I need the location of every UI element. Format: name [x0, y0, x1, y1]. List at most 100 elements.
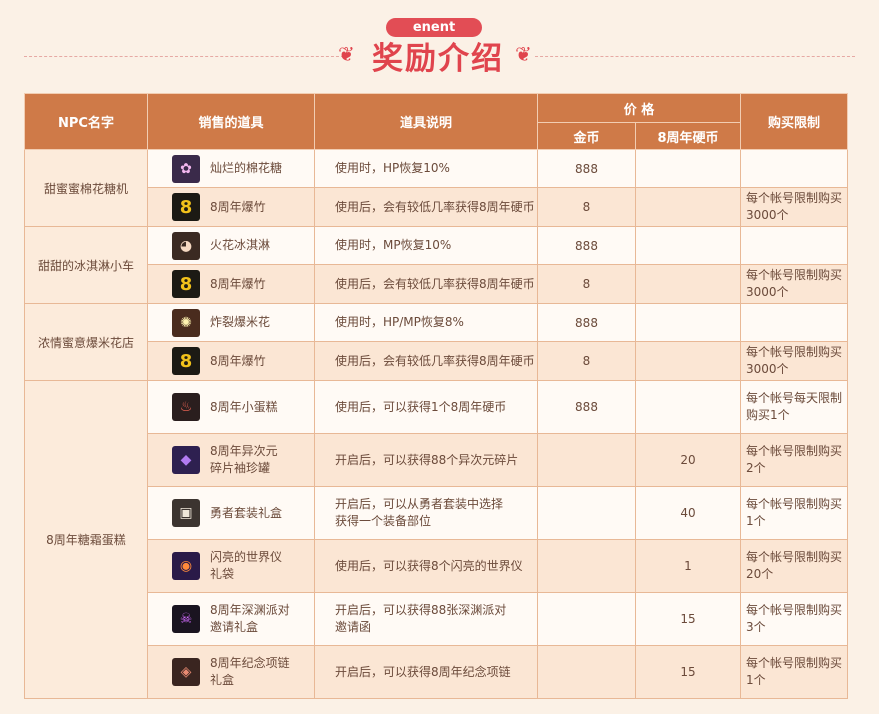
table-row: ☠ 8周年深渊派对 邀请礼盒 开启后，可以获得88张深渊派对 邀请函 15 每个帐号限制购买…	[25, 592, 848, 646]
purchase-limit-line: 20个	[746, 567, 774, 581]
item-cell: 8 8周年爆竹	[147, 264, 315, 304]
item-wrap: ☠ 8周年深渊派对 邀请礼盒	[172, 602, 314, 636]
col-header-limit: 购买限制	[740, 93, 848, 150]
purchase-limit	[740, 149, 848, 188]
purchase-limit-line: 2个	[746, 461, 766, 475]
table-row: 浓情蜜意爆米花店 ✺ 炸裂爆米花 使用时，HP/MP恢复8% 888	[24, 303, 848, 381]
coin-price	[635, 187, 741, 227]
section-header: enent ❦ 奖励介绍 ❦	[0, 0, 879, 88]
item-name: 8周年爆竹	[210, 276, 266, 293]
purchase-limit-line: 每个帐号限制购买	[746, 444, 843, 458]
item-cell: ♨ 8周年小蛋糕	[147, 380, 315, 434]
item-name-line: 礼盒	[210, 673, 235, 687]
purchase-limit	[740, 303, 848, 342]
item-description-line: 使用后，会有较低几率获得8周年硬币	[335, 353, 535, 368]
party-invite-icon: ☠	[172, 605, 200, 633]
item-description: 使用后，会有较低几率获得8周年硬币	[314, 187, 538, 227]
coin-price	[635, 380, 741, 434]
item-name: 8周年爆竹	[210, 353, 266, 370]
coin-price: 1	[635, 539, 741, 593]
item-description: 开启后，可以获得88张深渊派对 邀请函	[314, 592, 538, 646]
necklace-box-icon: ◈	[172, 658, 200, 686]
item-name: 8周年深渊派对 邀请礼盒	[210, 602, 290, 636]
item-description-line: 使用后，会有较低几率获得8周年硬币	[335, 199, 535, 214]
col-header-desc: 道具说明	[314, 93, 538, 150]
purchase-limit-line: 3个	[746, 620, 766, 634]
gold-price: 8	[537, 341, 636, 381]
gold-price	[537, 539, 636, 593]
item-description: 使用时，MP恢复10%	[314, 226, 538, 265]
gold-price: 888	[537, 226, 636, 265]
item-name: 火花冰淇淋	[210, 237, 270, 254]
gold-price: 888	[537, 380, 636, 434]
table-row: 甜甜的冰淇淋小车 ◕ 火花冰淇淋 使用时，MP恢复10% 888	[24, 226, 848, 304]
item-wrap: ◉ 闪亮的世界仪 礼袋	[172, 549, 314, 583]
purchase-limit: 每个帐号限制购买 1个	[740, 645, 848, 699]
item-name: 炸裂爆米花	[210, 314, 270, 331]
purchase-limit: 每个帐号限制购买 3000个	[740, 264, 848, 304]
item-cell: ◉ 闪亮的世界仪 礼袋	[147, 539, 315, 593]
purchase-limit-line: 每个帐号限制购买	[746, 191, 843, 205]
gold-price: 888	[537, 149, 636, 188]
item-wrap: ✿ 灿烂的棉花糖	[172, 154, 314, 183]
item-cell: ◈ 8周年纪念项链 礼盒	[147, 645, 315, 699]
npc-name-cell: 甜蜜蜜棉花糖机	[24, 149, 148, 227]
col-header-gold: 金币	[537, 122, 636, 150]
item-name-line: 炸裂爆米花	[210, 315, 271, 329]
item-wrap: ✺ 炸裂爆米花	[172, 308, 314, 337]
item-description: 使用后，可以获得8个闪亮的世界仪	[314, 539, 538, 593]
purchase-limit-line: 3000个	[746, 285, 789, 299]
coin-price: 15	[635, 592, 741, 646]
item-name: 8周年爆竹	[210, 199, 266, 216]
item-name-line: 8周年异次元	[210, 444, 278, 458]
ice-cream-icon: ◕	[172, 231, 200, 260]
item-name-line: 8周年爆竹	[210, 353, 266, 368]
purchase-limit-line: 1个	[746, 514, 766, 528]
table-row: 甜蜜蜜棉花糖机 ✿ 灿烂的棉花糖 使用时，HP恢复10% 888	[24, 149, 848, 227]
item-description-line: 开启后，可以获得8周年纪念项链	[335, 664, 511, 679]
gold-price: 8	[537, 187, 636, 227]
section-title: 奖励介绍	[372, 41, 504, 77]
col-header-coin: 8周年硬币	[635, 122, 741, 150]
coin-price: 40	[635, 486, 741, 540]
coin-price	[635, 341, 741, 381]
item-cell: ◆ 8周年异次元 碎片袖珍罐	[147, 433, 315, 487]
table-row: ◈ 8周年纪念项链 礼盒 开启后，可以获得8周年纪念项链 15 每个帐号限制购买 1个	[25, 645, 848, 699]
purchase-limit-line: 每个帐号限制购买	[746, 497, 843, 511]
gift-box-icon: ▣	[172, 499, 200, 527]
item-wrap: 8 8周年爆竹	[172, 193, 314, 221]
item-description-line: 使用时，HP/MP恢复8%	[335, 315, 464, 329]
item-wrap: ◈ 8周年纪念项链 礼盒	[172, 655, 314, 689]
purchase-limit-line: 3000个	[746, 208, 789, 222]
item-name-line: 灿烂的棉花糖	[210, 161, 283, 175]
item-cell: ▣ 勇者套装礼盒	[147, 486, 315, 540]
item-description-line: 开启后，可以获得88个异次元碎片	[335, 452, 519, 467]
item-wrap: ◆ 8周年异次元 碎片袖珍罐	[172, 443, 314, 477]
purchase-limit: 每个帐号限制购买 1个	[740, 486, 848, 540]
npc-name-cell: 甜甜的冰淇淋小车	[24, 226, 148, 304]
item-wrap: ♨ 8周年小蛋糕	[172, 393, 314, 421]
purchase-limit-line: 每个帐号限制购买	[746, 603, 843, 617]
firecracker-icon: 8	[172, 270, 200, 298]
jar-icon: ◆	[172, 446, 200, 474]
purchase-limit: 每个帐号限制购买 2个	[740, 433, 848, 487]
coin-price: 15	[635, 645, 741, 699]
npc-name-cell: 8周年糖霜蛋糕	[24, 380, 148, 699]
purchase-limit: 每个帐号限制购买 20个	[740, 539, 848, 593]
item-wrap: ▣ 勇者套装礼盒	[172, 499, 314, 527]
item-name-line: 勇者套装礼盒	[210, 505, 283, 520]
npc-name-cell: 浓情蜜意爆米花店	[24, 303, 148, 381]
item-description: 开启后，可以从勇者套装中选择 获得一个装备部位	[314, 486, 538, 540]
item-description: 使用时，HP恢复10%	[314, 149, 538, 188]
item-name: 8周年纪念项链 礼盒	[210, 655, 290, 689]
table-row: ◉ 闪亮的世界仪 礼袋 使用后，可以获得8个闪亮的世界仪 1 每个帐号限制购买 20个	[25, 539, 848, 593]
item-name-line: 碎片袖珍罐	[210, 461, 271, 475]
col-header-price: 价 格	[537, 93, 741, 123]
orb-icon: ◉	[172, 552, 200, 580]
item-name-line: 8周年爆竹	[210, 199, 266, 214]
flourish-right-icon: ❦	[515, 42, 532, 66]
item-description-line: 开启后，可以从勇者套装中选择	[335, 497, 504, 511]
item-cell: ✺ 炸裂爆米花	[147, 303, 315, 342]
firecracker-icon: 8	[172, 347, 200, 375]
item-name: 闪亮的世界仪 礼袋	[210, 549, 282, 583]
